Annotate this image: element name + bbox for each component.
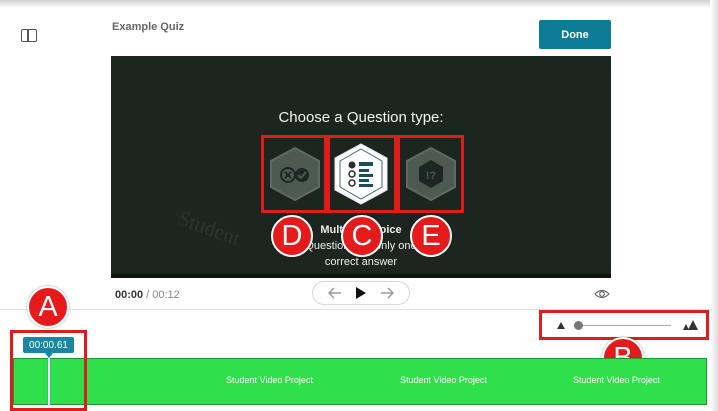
zoom-out-icon[interactable]: [557, 322, 565, 329]
playhead-line[interactable]: [48, 358, 50, 405]
video-progress-bar[interactable]: [111, 274, 611, 278]
zoom-in-large-triangle: [688, 320, 698, 330]
step-forward-button[interactable]: [380, 287, 395, 299]
play-icon: [355, 287, 366, 299]
total-time: 00:12: [152, 289, 180, 301]
track-label: Student Video Project: [573, 375, 660, 385]
annotation-badge-a: A: [27, 286, 69, 328]
track-label: Student Video Project: [400, 375, 487, 385]
zoom-slider-handle[interactable]: [574, 321, 584, 330]
step-back-button[interactable]: [327, 287, 342, 299]
play-button[interactable]: [355, 286, 367, 300]
playhead-time-label[interactable]: 00:00.61: [23, 337, 74, 353]
track-label: Student Video Project: [226, 375, 313, 385]
annotation-badge-c: C: [341, 215, 383, 257]
eye-icon[interactable]: [594, 288, 610, 300]
editor-window: Example Quiz Done Student Choose a Quest…: [0, 0, 718, 411]
highlight-box-c: [327, 135, 397, 213]
highlight-box-e: [397, 135, 464, 213]
question-type-prompt: Choose a Question type:: [278, 109, 444, 126]
zoom-slider-track[interactable]: [577, 325, 671, 326]
video-timeline-track[interactable]: Student Video Project Student Video Proj…: [13, 358, 707, 405]
sidebar-toggle-icon[interactable]: [21, 29, 37, 42]
time-separator: /: [146, 289, 150, 301]
annotation-badge-d: D: [271, 215, 313, 257]
page-title: Example Quiz: [112, 21, 185, 33]
annotation-badge-e: E: [410, 215, 452, 257]
player-controls: [312, 281, 410, 305]
arrow-right-icon: [381, 287, 395, 299]
current-time: 00:00: [115, 289, 144, 301]
done-button[interactable]: Done: [539, 20, 611, 49]
zoom-in-icon[interactable]: [683, 320, 698, 330]
time-readout: 00:00/00:12: [115, 289, 180, 301]
zoom-control: [539, 310, 709, 340]
highlight-box-d: [261, 135, 327, 213]
right-shadow: [710, 0, 718, 411]
arrow-left-icon: [327, 287, 341, 299]
top-shadow: [0, 0, 718, 8]
